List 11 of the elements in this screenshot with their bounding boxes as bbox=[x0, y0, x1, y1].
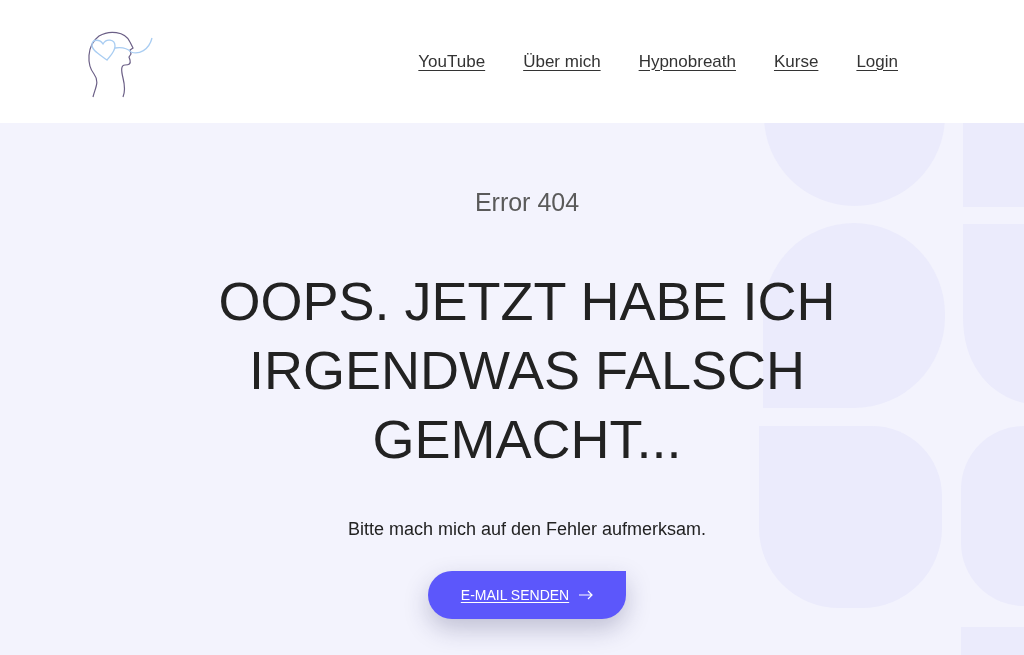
nav-link[interactable]: YouTube bbox=[418, 48, 486, 75]
nav-link[interactable]: Login bbox=[856, 48, 898, 75]
nav-link[interactable]: Hypnobreath bbox=[638, 48, 736, 75]
arrow-right-icon bbox=[579, 590, 594, 600]
nav-link[interactable]: Über mich bbox=[523, 48, 601, 75]
error-headline: OOPS. JETZT HABE ICH IRGENDWAS FALSCH GEMACHT... bbox=[217, 270, 837, 471]
nav-link[interactable]: Kurse bbox=[773, 48, 819, 75]
send-email-button[interactable]: E-MAIL SENDEN bbox=[427, 571, 627, 619]
error-message: Bitte mach mich auf den Fehler aufmerksam. bbox=[347, 518, 707, 541]
error-code: Error 404 bbox=[474, 187, 580, 217]
head-profile-logo[interactable] bbox=[85, 29, 153, 98]
